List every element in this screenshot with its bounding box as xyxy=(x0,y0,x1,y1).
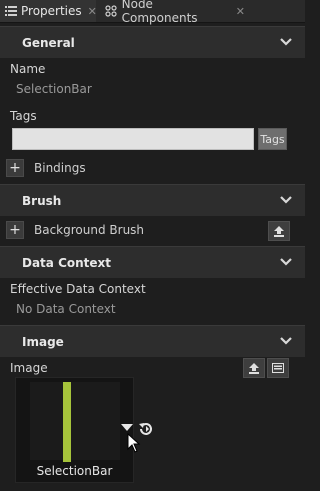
section-title: Brush xyxy=(22,194,62,208)
background-brush-label: Background Brush xyxy=(34,223,145,237)
tab-properties[interactable]: Properties ✕ xyxy=(0,0,97,22)
section-title: Data Context xyxy=(22,256,112,270)
tags-label: Tags xyxy=(10,109,37,123)
name-label: Name xyxy=(10,62,46,76)
tab-properties-label: Properties xyxy=(21,4,82,18)
upload-icon xyxy=(249,363,259,374)
section-general-header[interactable]: General xyxy=(0,26,305,58)
tab-bar: Properties ✕ Node Components ✕ xyxy=(0,0,305,25)
upload-button[interactable] xyxy=(268,221,290,241)
dropdown-arrow-icon[interactable] xyxy=(121,424,133,431)
tab-node-components-label: Node Components xyxy=(121,0,198,25)
image-label: Image xyxy=(10,361,48,375)
image-upload-button[interactable] xyxy=(243,358,265,378)
image-thumbnail[interactable]: SelectionBar xyxy=(15,377,134,483)
chevron-down-icon[interactable] xyxy=(279,335,293,347)
name-value[interactable]: SelectionBar xyxy=(16,82,92,96)
thumbnail-canvas xyxy=(30,382,120,460)
image-browse-icon xyxy=(272,363,284,373)
nodes-icon xyxy=(104,4,118,18)
upload-icon xyxy=(274,226,284,237)
add-brush-button[interactable]: + xyxy=(6,221,24,239)
effective-data-context-value: No Data Context xyxy=(16,302,116,316)
add-binding-button[interactable]: + xyxy=(6,159,24,177)
selection-bar-preview xyxy=(63,382,71,462)
close-icon[interactable]: ✕ xyxy=(88,5,97,18)
section-data-context-header[interactable]: Data Context xyxy=(0,246,305,278)
tags-button[interactable]: Tags xyxy=(258,128,287,150)
tags-input[interactable] xyxy=(12,128,254,150)
section-brush-header[interactable]: Brush xyxy=(0,184,305,216)
effective-data-context-label: Effective Data Context xyxy=(10,282,146,296)
list-icon xyxy=(5,4,17,18)
section-image-header[interactable]: Image xyxy=(0,325,305,357)
chevron-down-icon[interactable] xyxy=(279,256,293,268)
tab-node-components[interactable]: Node Components ✕ xyxy=(99,0,245,25)
mouse-cursor-icon xyxy=(127,433,141,453)
thumbnail-caption: SelectionBar xyxy=(36,464,113,478)
image-browse-button[interactable] xyxy=(267,358,289,378)
section-title: General xyxy=(22,36,75,50)
chevron-down-icon[interactable] xyxy=(279,194,293,206)
section-title: Image xyxy=(22,335,64,349)
close-icon[interactable]: ✕ xyxy=(236,5,245,18)
chevron-down-icon[interactable] xyxy=(279,36,293,48)
bindings-label: Bindings xyxy=(34,161,86,175)
